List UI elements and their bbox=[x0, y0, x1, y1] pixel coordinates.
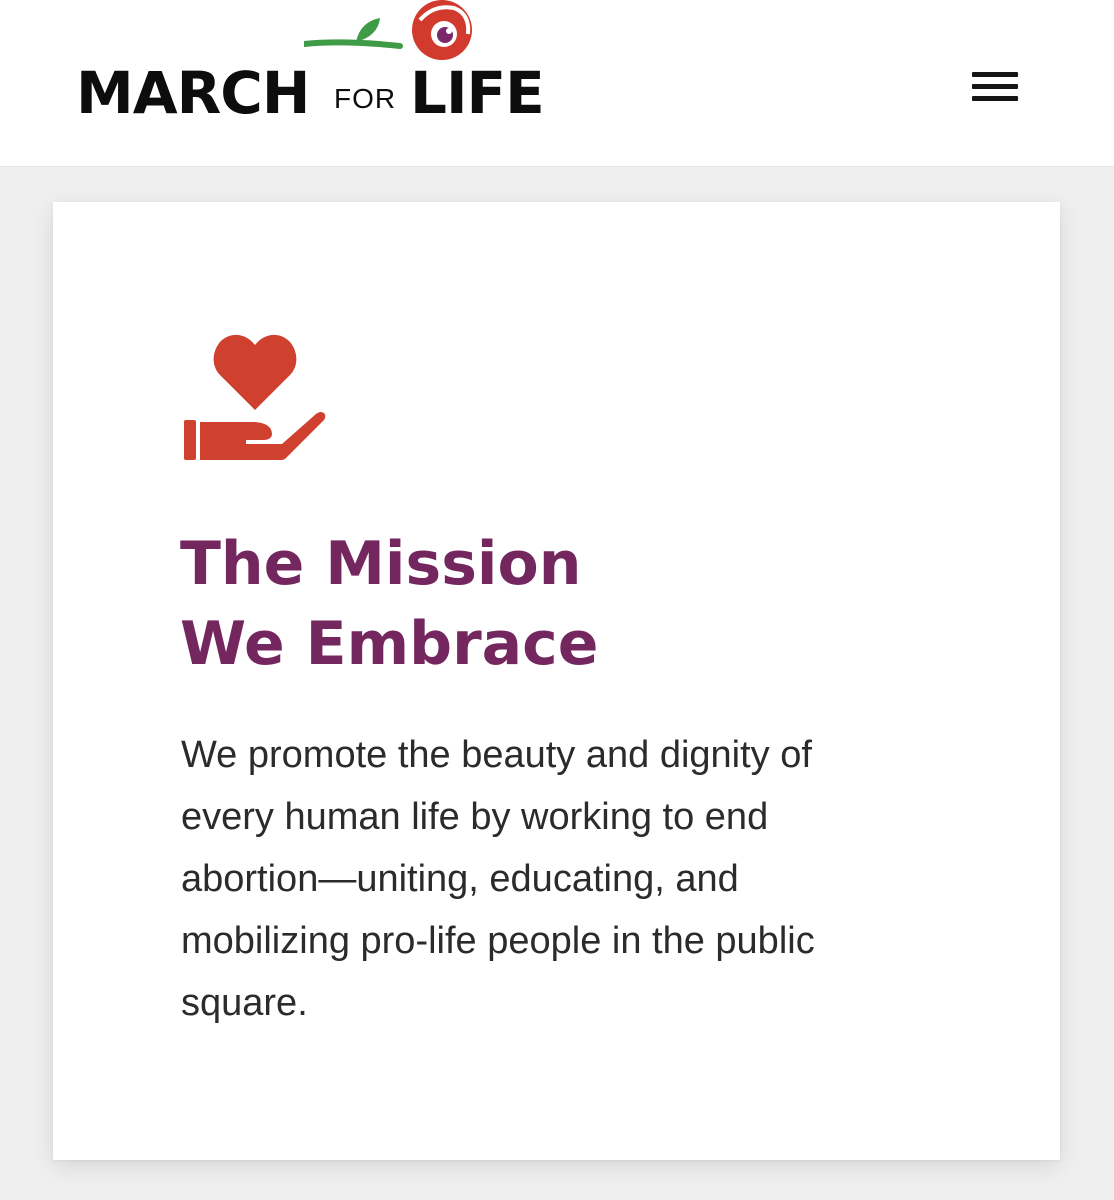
hamburger-menu-icon[interactable] bbox=[972, 72, 1020, 106]
logo-word-march: MARCH bbox=[76, 59, 310, 127]
mission-title-line-2: We Embrace bbox=[180, 609, 599, 679]
mission-title-line-1: The Mission bbox=[180, 529, 582, 599]
logo-word-for: FOR bbox=[334, 83, 397, 114]
mission-card: The Mission We Embrace We promote the be… bbox=[53, 202, 1060, 1160]
logo-word-life: LIFE bbox=[410, 59, 545, 127]
site-header: MARCH FOR LIFE bbox=[0, 0, 1114, 167]
march-for-life-logo[interactable]: MARCH FOR LIFE bbox=[76, 0, 546, 130]
mission-title: The Mission We Embrace bbox=[180, 524, 880, 684]
rose-logo-icon bbox=[304, 0, 472, 60]
mission-statement: We promote the beauty and dignity of eve… bbox=[181, 734, 815, 1024]
heart-in-hand-icon bbox=[184, 334, 326, 460]
